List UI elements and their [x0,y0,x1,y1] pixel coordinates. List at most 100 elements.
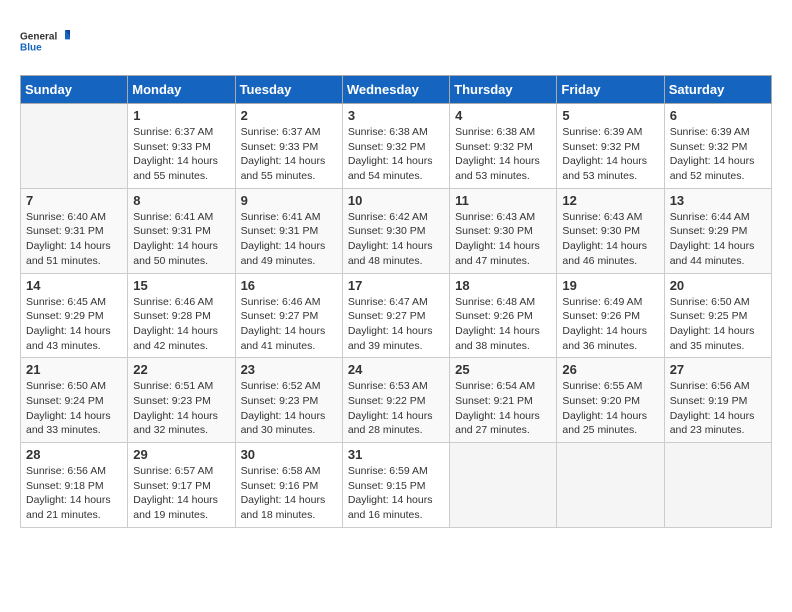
day-info: Sunrise: 6:49 AM Sunset: 9:26 PM Dayligh… [562,295,658,354]
day-info: Sunrise: 6:41 AM Sunset: 9:31 PM Dayligh… [241,210,337,269]
day-number: 4 [455,108,551,123]
day-info: Sunrise: 6:39 AM Sunset: 9:32 PM Dayligh… [670,125,766,184]
calendar-week-row: 7Sunrise: 6:40 AM Sunset: 9:31 PM Daylig… [21,188,772,273]
day-info: Sunrise: 6:46 AM Sunset: 9:28 PM Dayligh… [133,295,229,354]
day-number: 29 [133,447,229,462]
day-number: 22 [133,362,229,377]
calendar-cell: 14 Sunrise: 6:45 AM Sunset: 9:29 PM Dayli… [21,273,128,358]
day-info: Sunrise: 6:46 AM Sunset: 9:27 PM Dayligh… [241,295,337,354]
day-info: Sunrise: 6:57 AM Sunset: 9:17 PM Dayligh… [133,464,229,523]
calendar-week-row: 14 Sunrise: 6:45 AM Sunset: 9:29 PM Dayli… [21,273,772,358]
day-info: Sunrise: 6:38 AM Sunset: 9:32 PM Dayligh… [455,125,551,184]
calendar-cell: 4 Sunrise: 6:38 AM Sunset: 9:32 PM Daylig… [450,104,557,189]
day-number: 25 [455,362,551,377]
day-number: 30 [241,447,337,462]
calendar-cell: 26 Sunrise: 6:55 AM Sunset: 9:20 PM Dayli… [557,358,664,443]
calendar-cell: 17 Sunrise: 6:47 AM Sunset: 9:27 PM Dayli… [342,273,449,358]
day-info: Sunrise: 6:59 AM Sunset: 9:15 PM Dayligh… [348,464,444,523]
page-header: General Blue [20,20,772,65]
day-info: Sunrise: 6:54 AM Sunset: 9:21 PM Dayligh… [455,379,551,438]
calendar-cell: 23 Sunrise: 6:52 AM Sunset: 9:23 PM Dayli… [235,358,342,443]
calendar-cell: 27 Sunrise: 6:56 AM Sunset: 9:19 PM Dayli… [664,358,771,443]
calendar-cell: 18 Sunrise: 6:48 AM Sunset: 9:26 PM Dayli… [450,273,557,358]
calendar-day-header: Sunday [21,76,128,104]
svg-text:General: General [20,31,57,42]
day-number: 13 [670,193,766,208]
day-number: 12 [562,193,658,208]
calendar-cell: 8 Sunrise: 6:41 AM Sunset: 9:31 PM Daylig… [128,188,235,273]
calendar-day-header: Tuesday [235,76,342,104]
calendar-cell: 16 Sunrise: 6:46 AM Sunset: 9:27 PM Dayli… [235,273,342,358]
calendar-day-header: Monday [128,76,235,104]
calendar-week-row: 1 Sunrise: 6:37 AM Sunset: 9:33 PM Daylig… [21,104,772,189]
day-info: Sunrise: 6:55 AM Sunset: 9:20 PM Dayligh… [562,379,658,438]
calendar-cell: 20Sunrise: 6:50 AM Sunset: 9:25 PM Dayli… [664,273,771,358]
day-info: Sunrise: 6:56 AM Sunset: 9:19 PM Dayligh… [670,379,766,438]
day-number: 17 [348,278,444,293]
calendar-week-row: 28 Sunrise: 6:56 AM Sunset: 9:18 PM Dayli… [21,443,772,528]
calendar-cell: 10Sunrise: 6:42 AM Sunset: 9:30 PM Dayli… [342,188,449,273]
calendar-cell: 11Sunrise: 6:43 AM Sunset: 9:30 PM Dayli… [450,188,557,273]
day-number: 3 [348,108,444,123]
day-number: 28 [26,447,122,462]
day-number: 5 [562,108,658,123]
calendar-day-header: Friday [557,76,664,104]
day-info: Sunrise: 6:47 AM Sunset: 9:27 PM Dayligh… [348,295,444,354]
calendar-cell: 30 Sunrise: 6:58 AM Sunset: 9:16 PM Dayli… [235,443,342,528]
calendar-cell: 12 Sunrise: 6:43 AM Sunset: 9:30 PM Dayli… [557,188,664,273]
svg-text:Blue: Blue [20,43,42,54]
calendar-cell: 22 Sunrise: 6:51 AM Sunset: 9:23 PM Dayli… [128,358,235,443]
calendar-cell: 21Sunrise: 6:50 AM Sunset: 9:24 PM Dayli… [21,358,128,443]
day-number: 9 [241,193,337,208]
day-info: Sunrise: 6:58 AM Sunset: 9:16 PM Dayligh… [241,464,337,523]
calendar-day-header: Wednesday [342,76,449,104]
day-number: 14 [26,278,122,293]
day-number: 16 [241,278,337,293]
day-info: Sunrise: 6:45 AM Sunset: 9:29 PM Dayligh… [26,295,122,354]
day-number: 11 [455,193,551,208]
day-info: Sunrise: 6:44 AM Sunset: 9:29 PM Dayligh… [670,210,766,269]
calendar-table: SundayMondayTuesdayWednesdayThursdayFrid… [20,75,772,528]
day-number: 1 [133,108,229,123]
day-number: 2 [241,108,337,123]
calendar-day-header: Thursday [450,76,557,104]
day-number: 15 [133,278,229,293]
day-info: Sunrise: 6:56 AM Sunset: 9:18 PM Dayligh… [26,464,122,523]
day-number: 26 [562,362,658,377]
calendar-cell: 13 Sunrise: 6:44 AM Sunset: 9:29 PM Dayli… [664,188,771,273]
calendar-cell: 5 Sunrise: 6:39 AM Sunset: 9:32 PM Daylig… [557,104,664,189]
day-info: Sunrise: 6:51 AM Sunset: 9:23 PM Dayligh… [133,379,229,438]
calendar-cell: 6 Sunrise: 6:39 AM Sunset: 9:32 PM Daylig… [664,104,771,189]
calendar-cell: 2 Sunrise: 6:37 AM Sunset: 9:33 PM Daylig… [235,104,342,189]
calendar-week-row: 21Sunrise: 6:50 AM Sunset: 9:24 PM Dayli… [21,358,772,443]
day-info: Sunrise: 6:39 AM Sunset: 9:32 PM Dayligh… [562,125,658,184]
day-number: 24 [348,362,444,377]
day-number: 20 [670,278,766,293]
calendar-cell: 19Sunrise: 6:49 AM Sunset: 9:26 PM Dayli… [557,273,664,358]
calendar-cell: 3 Sunrise: 6:38 AM Sunset: 9:32 PM Daylig… [342,104,449,189]
day-number: 23 [241,362,337,377]
day-info: Sunrise: 6:37 AM Sunset: 9:33 PM Dayligh… [133,125,229,184]
calendar-cell: 15 Sunrise: 6:46 AM Sunset: 9:28 PM Dayli… [128,273,235,358]
day-info: Sunrise: 6:43 AM Sunset: 9:30 PM Dayligh… [562,210,658,269]
day-info: Sunrise: 6:50 AM Sunset: 9:24 PM Dayligh… [26,379,122,438]
day-info: Sunrise: 6:52 AM Sunset: 9:23 PM Dayligh… [241,379,337,438]
day-number: 8 [133,193,229,208]
day-info: Sunrise: 6:48 AM Sunset: 9:26 PM Dayligh… [455,295,551,354]
calendar-cell: 24 Sunrise: 6:53 AM Sunset: 9:22 PM Dayli… [342,358,449,443]
calendar-cell [21,104,128,189]
calendar-cell: 1 Sunrise: 6:37 AM Sunset: 9:33 PM Daylig… [128,104,235,189]
day-number: 18 [455,278,551,293]
day-number: 6 [670,108,766,123]
day-info: Sunrise: 6:38 AM Sunset: 9:32 PM Dayligh… [348,125,444,184]
day-info: Sunrise: 6:42 AM Sunset: 9:30 PM Dayligh… [348,210,444,269]
calendar-cell: 31Sunrise: 6:59 AM Sunset: 9:15 PM Dayli… [342,443,449,528]
calendar-cell: 9 Sunrise: 6:41 AM Sunset: 9:31 PM Daylig… [235,188,342,273]
calendar-day-header: Saturday [664,76,771,104]
day-number: 27 [670,362,766,377]
day-info: Sunrise: 6:53 AM Sunset: 9:22 PM Dayligh… [348,379,444,438]
day-info: Sunrise: 6:37 AM Sunset: 9:33 PM Dayligh… [241,125,337,184]
day-info: Sunrise: 6:40 AM Sunset: 9:31 PM Dayligh… [26,210,122,269]
calendar-cell: 25 Sunrise: 6:54 AM Sunset: 9:21 PM Dayli… [450,358,557,443]
day-info: Sunrise: 6:41 AM Sunset: 9:31 PM Dayligh… [133,210,229,269]
